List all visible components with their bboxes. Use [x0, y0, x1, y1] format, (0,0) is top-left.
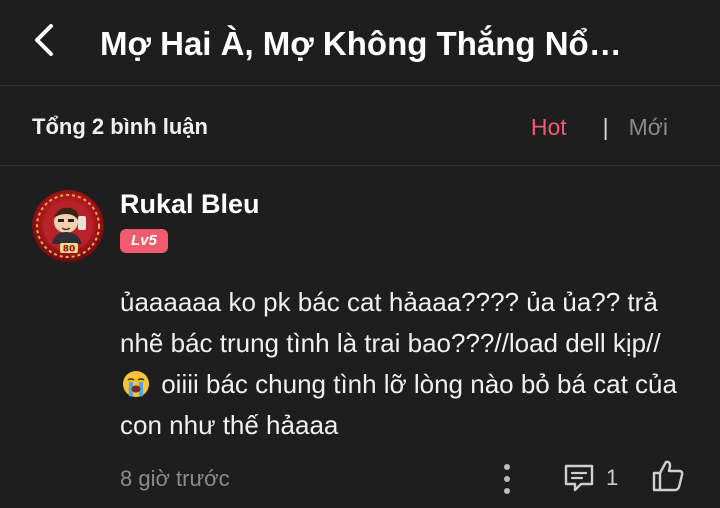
avatar-image: 80 [32, 190, 104, 262]
top-app-bar: Mợ Hai À, Mợ Không Thắng Nổ… [0, 0, 720, 86]
comments-summary-bar: Tổng 2 bình luận Hot | Mới [0, 86, 720, 166]
reply-count: 1 [606, 465, 619, 490]
comment-username[interactable]: Rukal Bleu [120, 188, 260, 220]
reply-button[interactable]: 1 [562, 460, 618, 496]
page-title: Mợ Hai À, Mợ Không Thắng Nổ… [100, 25, 622, 62]
sort-new-tab[interactable]: Mới [629, 114, 668, 140]
comment-timestamp: 8 giờ trước [120, 466, 230, 491]
avatar-badge-text: 80 [63, 245, 76, 255]
thumbs-up-icon [652, 460, 684, 492]
sort-hot-tab[interactable]: Hot [531, 114, 567, 140]
more-options-button[interactable] [494, 459, 520, 499]
comment-item: 80 Rukal Bleu Lv5 ủaaaaaa ko pk bác cat … [0, 166, 720, 508]
more-vertical-icon [504, 464, 510, 494]
comment-text: ủaaaaaa ko pk bác cat hảaaa???? ủa ủa?? … [120, 282, 686, 446]
sort-toggle: Hot | Mới [531, 114, 668, 140]
comments-page: Mợ Hai À, Mợ Không Thắng Nổ… Tổng 2 bình… [0, 0, 720, 508]
comment-icon [564, 464, 594, 492]
back-button[interactable] [24, 20, 64, 60]
like-button[interactable] [650, 458, 686, 494]
comment-text-part-1: ủaaaaaa ko pk bác cat hảaaa???? ủa ủa?? … [120, 287, 661, 358]
sort-separator: | [602, 114, 609, 140]
comment-text-part-2: oiiii bác chung tình lỡ lòng nào bỏ bá c… [120, 369, 677, 440]
chevron-left-icon [35, 24, 53, 56]
level-badge: Lv5 [120, 229, 168, 253]
avatar[interactable]: 80 [32, 190, 104, 262]
comment-count-label: Tổng 2 bình luận [32, 114, 208, 139]
loudly-crying-face-icon [123, 371, 149, 397]
